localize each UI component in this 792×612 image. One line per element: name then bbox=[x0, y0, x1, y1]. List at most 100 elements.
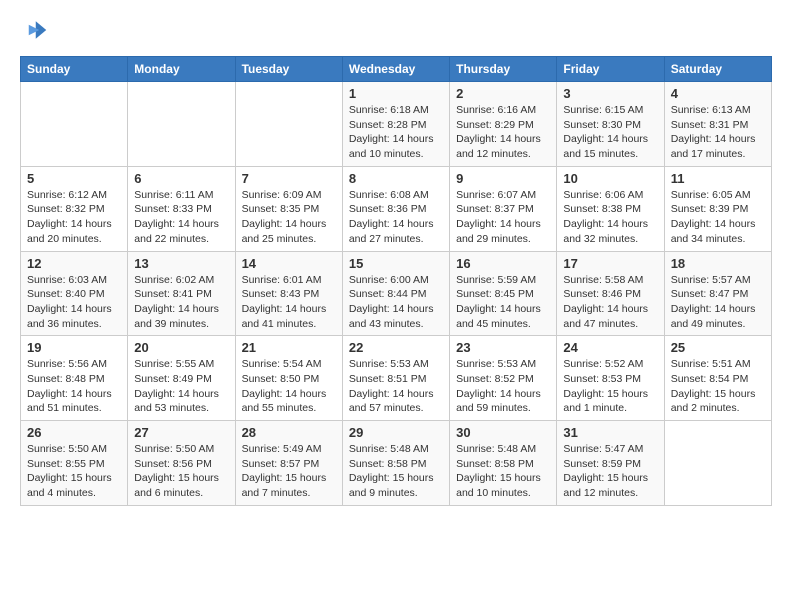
day-number: 17 bbox=[563, 256, 657, 271]
day-info: Sunrise: 5:48 AMSunset: 8:58 PMDaylight:… bbox=[456, 442, 550, 501]
calendar-cell: 24 Sunrise: 5:52 AMSunset: 8:53 PMDayligh… bbox=[557, 336, 664, 421]
calendar-cell: 11 Sunrise: 6:05 AMSunset: 8:39 PMDayligh… bbox=[664, 166, 771, 251]
day-info: Sunrise: 6:05 AMSunset: 8:39 PMDaylight:… bbox=[671, 188, 765, 247]
day-info: Sunrise: 6:13 AMSunset: 8:31 PMDaylight:… bbox=[671, 103, 765, 162]
calendar-cell bbox=[664, 421, 771, 506]
logo-icon bbox=[20, 16, 48, 44]
calendar-cell: 13Sunrise: 6:02 AMSunset: 8:41 PMDayligh… bbox=[128, 251, 235, 336]
day-number: 8 bbox=[349, 171, 443, 186]
day-info: Sunrise: 5:54 AMSunset: 8:50 PMDaylight:… bbox=[242, 357, 336, 416]
day-number: 10 bbox=[563, 171, 657, 186]
calendar-cell: 8 Sunrise: 6:08 AMSunset: 8:36 PMDaylight… bbox=[342, 166, 449, 251]
calendar-cell: 27Sunrise: 5:50 AMSunset: 8:56 PMDayligh… bbox=[128, 421, 235, 506]
day-number: 30 bbox=[456, 425, 550, 440]
calendar-cell: 19Sunrise: 5:56 AMSunset: 8:48 PMDayligh… bbox=[21, 336, 128, 421]
calendar-cell: 17 Sunrise: 5:58 AMSunset: 8:46 PMDayligh… bbox=[557, 251, 664, 336]
calendar-cell bbox=[128, 82, 235, 167]
day-info: Sunrise: 5:52 AMSunset: 8:53 PMDaylight:… bbox=[563, 357, 657, 416]
calendar-cell: 23 Sunrise: 5:53 AMSunset: 8:52 PMDayligh… bbox=[450, 336, 557, 421]
calendar-cell: 10 Sunrise: 6:06 AMSunset: 8:38 PMDayligh… bbox=[557, 166, 664, 251]
day-info: Sunrise: 5:53 AMSunset: 8:52 PMDaylight:… bbox=[456, 357, 550, 416]
day-number: 5 bbox=[27, 171, 121, 186]
calendar-header: SundayMondayTuesdayWednesdayThursdayFrid… bbox=[21, 57, 772, 82]
day-number: 24 bbox=[563, 340, 657, 355]
day-number: 2 bbox=[456, 86, 550, 101]
day-info: Sunrise: 5:51 AMSunset: 8:54 PMDaylight:… bbox=[671, 357, 765, 416]
day-info: Sunrise: 5:49 AMSunset: 8:57 PMDaylight:… bbox=[242, 442, 336, 501]
calendar-cell: 26 Sunrise: 5:50 AMSunset: 8:55 PMDayligh… bbox=[21, 421, 128, 506]
calendar-cell: 31 Sunrise: 5:47 AMSunset: 8:59 PMDayligh… bbox=[557, 421, 664, 506]
day-info: Sunrise: 6:07 AMSunset: 8:37 PMDaylight:… bbox=[456, 188, 550, 247]
header-cell-wednesday: Wednesday bbox=[342, 57, 449, 82]
day-number: 18 bbox=[671, 256, 765, 271]
header-cell-thursday: Thursday bbox=[450, 57, 557, 82]
day-number: 26 bbox=[27, 425, 121, 440]
day-number: 3 bbox=[563, 86, 657, 101]
day-info: Sunrise: 5:50 AMSunset: 8:56 PMDaylight:… bbox=[134, 442, 228, 501]
week-row-5: 26 Sunrise: 5:50 AMSunset: 8:55 PMDayligh… bbox=[21, 421, 772, 506]
calendar-cell: 22Sunrise: 5:53 AMSunset: 8:51 PMDayligh… bbox=[342, 336, 449, 421]
day-number: 6 bbox=[134, 171, 228, 186]
week-row-1: 1 Sunrise: 6:18 AMSunset: 8:28 PMDaylight… bbox=[21, 82, 772, 167]
day-info: Sunrise: 6:02 AMSunset: 8:41 PMDaylight:… bbox=[134, 273, 228, 332]
logo bbox=[20, 16, 52, 44]
header-cell-saturday: Saturday bbox=[664, 57, 771, 82]
day-info: Sunrise: 5:59 AMSunset: 8:45 PMDaylight:… bbox=[456, 273, 550, 332]
day-number: 4 bbox=[671, 86, 765, 101]
day-info: Sunrise: 5:58 AMSunset: 8:46 PMDaylight:… bbox=[563, 273, 657, 332]
day-info: Sunrise: 5:50 AMSunset: 8:55 PMDaylight:… bbox=[27, 442, 121, 501]
day-info: Sunrise: 6:08 AMSunset: 8:36 PMDaylight:… bbox=[349, 188, 443, 247]
header-row: SundayMondayTuesdayWednesdayThursdayFrid… bbox=[21, 57, 772, 82]
day-info: Sunrise: 6:16 AMSunset: 8:29 PMDaylight:… bbox=[456, 103, 550, 162]
day-number: 12 bbox=[27, 256, 121, 271]
day-number: 29 bbox=[349, 425, 443, 440]
calendar-cell: 5Sunrise: 6:12 AMSunset: 8:32 PMDaylight… bbox=[21, 166, 128, 251]
calendar-cell: 2 Sunrise: 6:16 AMSunset: 8:29 PMDaylight… bbox=[450, 82, 557, 167]
day-number: 9 bbox=[456, 171, 550, 186]
calendar-cell: 7 Sunrise: 6:09 AMSunset: 8:35 PMDaylight… bbox=[235, 166, 342, 251]
calendar-cell bbox=[235, 82, 342, 167]
header-cell-friday: Friday bbox=[557, 57, 664, 82]
calendar-cell: 6 Sunrise: 6:11 AMSunset: 8:33 PMDaylight… bbox=[128, 166, 235, 251]
day-number: 20 bbox=[134, 340, 228, 355]
day-number: 7 bbox=[242, 171, 336, 186]
day-number: 21 bbox=[242, 340, 336, 355]
calendar-cell: 4 Sunrise: 6:13 AMSunset: 8:31 PMDaylight… bbox=[664, 82, 771, 167]
day-number: 25 bbox=[671, 340, 765, 355]
week-row-4: 19Sunrise: 5:56 AMSunset: 8:48 PMDayligh… bbox=[21, 336, 772, 421]
day-number: 14 bbox=[242, 256, 336, 271]
calendar-cell: 12 Sunrise: 6:03 AMSunset: 8:40 PMDayligh… bbox=[21, 251, 128, 336]
day-number: 22 bbox=[349, 340, 443, 355]
day-number: 11 bbox=[671, 171, 765, 186]
day-info: Sunrise: 6:09 AMSunset: 8:35 PMDaylight:… bbox=[242, 188, 336, 247]
calendar-cell: 1 Sunrise: 6:18 AMSunset: 8:28 PMDaylight… bbox=[342, 82, 449, 167]
calendar-cell: 16 Sunrise: 5:59 AMSunset: 8:45 PMDayligh… bbox=[450, 251, 557, 336]
day-info: Sunrise: 5:47 AMSunset: 8:59 PMDaylight:… bbox=[563, 442, 657, 501]
week-row-2: 5Sunrise: 6:12 AMSunset: 8:32 PMDaylight… bbox=[21, 166, 772, 251]
day-number: 31 bbox=[563, 425, 657, 440]
calendar-cell: 18Sunrise: 5:57 AMSunset: 8:47 PMDayligh… bbox=[664, 251, 771, 336]
week-row-3: 12 Sunrise: 6:03 AMSunset: 8:40 PMDayligh… bbox=[21, 251, 772, 336]
header-cell-tuesday: Tuesday bbox=[235, 57, 342, 82]
day-info: Sunrise: 6:06 AMSunset: 8:38 PMDaylight:… bbox=[563, 188, 657, 247]
day-info: Sunrise: 6:18 AMSunset: 8:28 PMDaylight:… bbox=[349, 103, 443, 162]
day-number: 15 bbox=[349, 256, 443, 271]
day-info: Sunrise: 6:11 AMSunset: 8:33 PMDaylight:… bbox=[134, 188, 228, 247]
calendar-cell: 20Sunrise: 5:55 AMSunset: 8:49 PMDayligh… bbox=[128, 336, 235, 421]
day-info: Sunrise: 6:00 AMSunset: 8:44 PMDaylight:… bbox=[349, 273, 443, 332]
day-number: 1 bbox=[349, 86, 443, 101]
calendar-cell: 29 Sunrise: 5:48 AMSunset: 8:58 PMDayligh… bbox=[342, 421, 449, 506]
header-cell-monday: Monday bbox=[128, 57, 235, 82]
calendar-cell bbox=[21, 82, 128, 167]
calendar-cell: 25 Sunrise: 5:51 AMSunset: 8:54 PMDayligh… bbox=[664, 336, 771, 421]
day-number: 23 bbox=[456, 340, 550, 355]
day-info: Sunrise: 5:48 AMSunset: 8:58 PMDaylight:… bbox=[349, 442, 443, 501]
calendar-body: 1 Sunrise: 6:18 AMSunset: 8:28 PMDaylight… bbox=[21, 82, 772, 506]
day-info: Sunrise: 6:01 AMSunset: 8:43 PMDaylight:… bbox=[242, 273, 336, 332]
day-info: Sunrise: 6:15 AMSunset: 8:30 PMDaylight:… bbox=[563, 103, 657, 162]
day-info: Sunrise: 6:03 AMSunset: 8:40 PMDaylight:… bbox=[27, 273, 121, 332]
calendar-table: SundayMondayTuesdayWednesdayThursdayFrid… bbox=[20, 56, 772, 506]
page-header bbox=[20, 16, 772, 44]
header-cell-sunday: Sunday bbox=[21, 57, 128, 82]
day-number: 16 bbox=[456, 256, 550, 271]
